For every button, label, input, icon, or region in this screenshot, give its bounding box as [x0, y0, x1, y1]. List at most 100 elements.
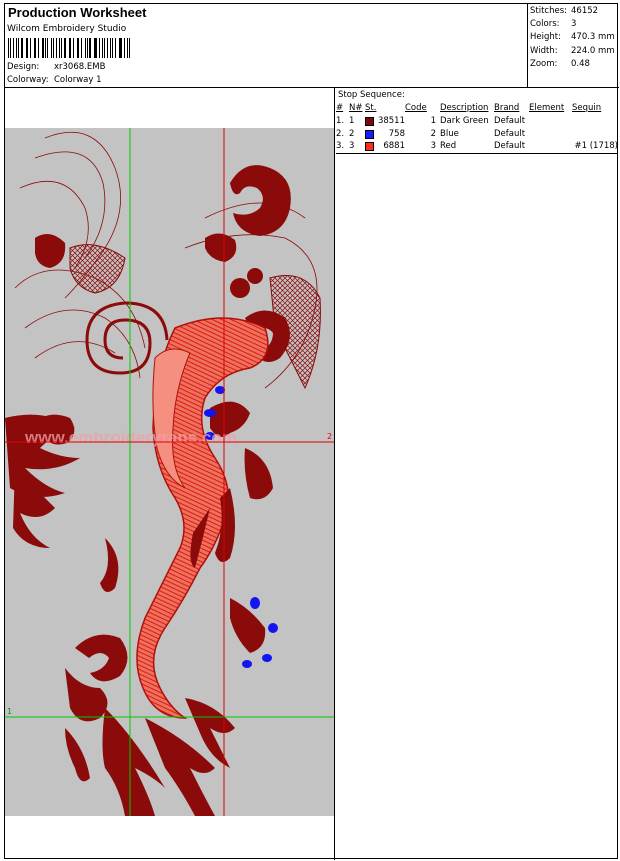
column-header: St. — [365, 103, 377, 113]
barcode-bar — [44, 38, 46, 58]
table-cell-element — [529, 140, 572, 154]
stop-sequence-panel: Stop Sequence: # N# St. Code Description… — [336, 88, 619, 154]
guide-label-1: 1 — [7, 707, 12, 716]
barcode-bar — [59, 38, 61, 58]
barcode-bar — [129, 38, 131, 58]
table-cell-description: Dark Green — [436, 114, 494, 127]
cell-text: Default — [494, 128, 526, 139]
table-cell-code: 1 — [405, 114, 436, 127]
production-worksheet: Production Worksheet Wilcom Embroidery S… — [4, 3, 619, 860]
column-header: Sequin — [572, 103, 602, 113]
barcode-bar — [27, 38, 28, 58]
stat-value: 224.0 mm — [571, 45, 615, 56]
stat-label: Zoom: — [530, 58, 558, 69]
stat-value: 470.3 mm — [571, 32, 615, 43]
cell-text: 758 — [388, 128, 405, 139]
barcode-bar — [33, 38, 35, 58]
table-row: 3. 3 6881 3 Red Default #1 (1718) — [336, 140, 619, 154]
cell-text: #1 (1718) — [574, 141, 619, 152]
stat-value: 46152 — [571, 6, 599, 16]
barcode-bar — [86, 38, 88, 58]
barcode-bar — [20, 38, 23, 58]
table-cell-brand: Default — [494, 114, 529, 127]
page-title: Production Worksheet — [8, 5, 147, 20]
table-cell-n: 2 — [349, 127, 365, 140]
table-cell-sequin — [572, 114, 618, 127]
table-header-row: # N# St. Code Description Brand Element … — [336, 102, 618, 114]
table-cell-code: 2 — [405, 127, 436, 140]
cell-text: 3 — [430, 141, 436, 152]
stat-label: Colors: — [530, 19, 560, 30]
column-header: Code — [405, 103, 427, 113]
barcode-bar — [61, 38, 62, 58]
barcode-bar — [123, 38, 125, 58]
cell-text: 2 — [430, 128, 436, 139]
barcode-bar — [78, 38, 79, 58]
cell-text: Dark Green — [440, 115, 489, 126]
stop-sequence-table: # N# St. Code Description Brand Element … — [336, 102, 618, 154]
barcode-bar — [47, 38, 48, 58]
table-row: 2. 2 758 2 Blue Default — [336, 127, 618, 140]
stat-height: Height: 470.3 mm — [530, 32, 619, 45]
barcode-bar — [76, 38, 78, 58]
barcode-bar — [73, 38, 74, 58]
colorway-value: Colorway 1 — [54, 75, 102, 85]
barcode-bar — [103, 38, 105, 58]
table-cell-sequin: #1 (1718) — [572, 140, 619, 154]
barcode-bar — [70, 38, 72, 58]
barcode-bar — [18, 38, 19, 58]
cell-text: 38511 — [377, 115, 405, 126]
design-row: Design: xr3068.EMB — [7, 62, 105, 72]
guide-label-2: 2 — [327, 432, 332, 441]
barcode-bar — [102, 38, 103, 58]
cell-text: 3. — [336, 141, 345, 152]
barcode-bar — [63, 38, 66, 58]
embroidery-preview-canvas: www.embroideryrans.com 1 2 — [5, 128, 334, 816]
barcode-bar — [95, 38, 97, 58]
barcode-bar — [120, 38, 122, 58]
cell-text: 2 — [349, 128, 355, 139]
barcode-bar — [16, 38, 18, 58]
cell-text: Red — [440, 141, 457, 152]
stat-zoom: Zoom: 0.48 — [530, 59, 619, 72]
stat-width: Width: 224.0 mm — [530, 46, 619, 59]
column-header: # — [336, 103, 344, 113]
cell-text: 3 — [349, 141, 355, 152]
table-cell-num: 1. — [336, 114, 349, 127]
table-cell-sequin — [572, 127, 618, 140]
barcode-bar — [10, 38, 11, 58]
column-header: Brand — [494, 103, 520, 113]
table-cell-num: 3. — [336, 140, 349, 154]
table-cell-stitches: 758 — [365, 127, 405, 140]
colorway-label: Colorway: — [7, 75, 49, 85]
cell-text: 1 — [430, 115, 436, 126]
table-cell-num: 2. — [336, 127, 349, 140]
table-cell-description: Blue — [436, 127, 494, 140]
table-cell-stitches: 38511 — [365, 114, 405, 127]
dragon-embroidery-image: www.embroideryrans.com 1 2 — [5, 128, 334, 816]
cell-text: 1 — [349, 115, 355, 126]
cell-text: Default — [494, 115, 526, 126]
barcode-bar — [111, 38, 114, 58]
stat-value: 0.48 — [571, 58, 590, 69]
design-barcode — [8, 38, 132, 58]
design-label: Design: — [7, 62, 40, 72]
table-cell-brand: Default — [494, 140, 529, 154]
table-cell-code: 3 — [405, 140, 436, 154]
stat-label: Stitches: — [530, 6, 568, 16]
barcode-bar — [50, 38, 53, 58]
barcode-bar — [25, 38, 27, 58]
barcode-bar — [127, 38, 128, 58]
stat-colors: Colors: 3 — [530, 19, 619, 32]
cell-text: 1. — [336, 115, 345, 126]
barcode-bar — [8, 38, 10, 58]
design-value: xr3068.EMB — [54, 62, 106, 72]
color-swatch — [365, 142, 374, 152]
barcode-bar — [55, 38, 57, 58]
design-stats: Stitches: 46152 Colors: 3 Height: 470.3 mm … — [527, 4, 619, 88]
barcode-bar — [12, 38, 14, 58]
stop-sequence-title: Stop Sequence: — [338, 90, 405, 100]
table-cell-n: 3 — [349, 140, 365, 154]
company-name: Wilcom Embroidery Studio — [7, 24, 127, 34]
barcode-bar — [53, 38, 54, 58]
